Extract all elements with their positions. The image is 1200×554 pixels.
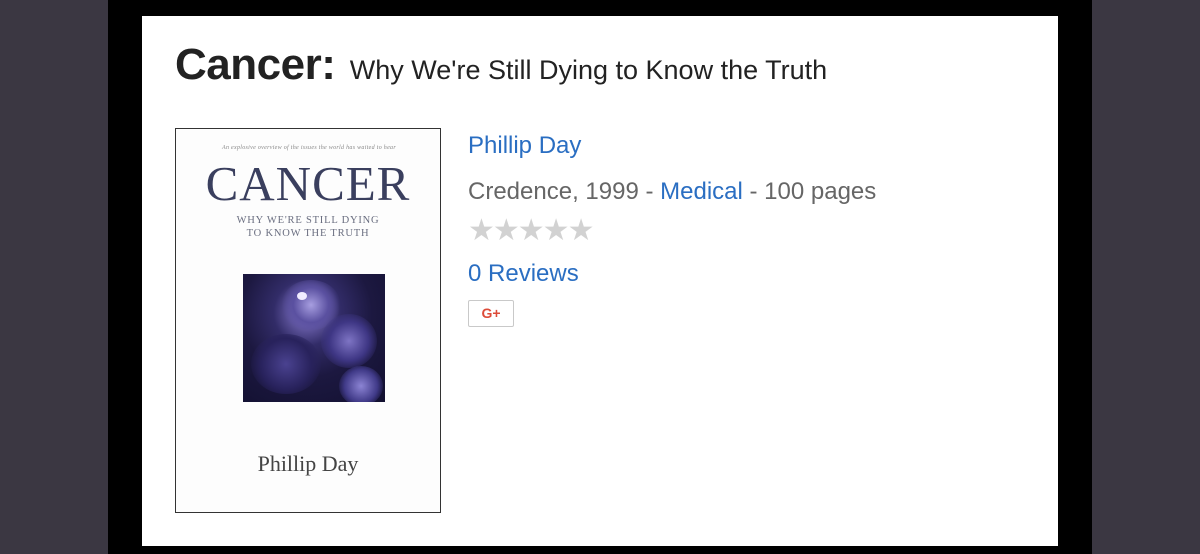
book-cover[interactable]: An explosive overview of the issues the … xyxy=(175,128,441,513)
cover-title: CANCER xyxy=(205,156,411,211)
google-plus-share-button[interactable]: G+ xyxy=(468,300,514,327)
author-link[interactable]: Phillip Day xyxy=(468,132,581,160)
cover-subtitle-line-2: TO KNOW THE TRUTH xyxy=(246,228,370,239)
cover-author: Phillip Day xyxy=(257,451,359,476)
book-card: Cancer: Why We're Still Dying to Know th… xyxy=(142,16,1058,546)
reviews-link[interactable]: 0 Reviews xyxy=(468,260,579,288)
publisher-year: Credence, 1999 - xyxy=(468,178,661,205)
cover-tagline: An explosive overview of the issues the … xyxy=(221,145,396,151)
category-link[interactable]: Medical xyxy=(660,178,743,205)
cover-subtitle-line-1: WHY WE'RE STILL DYING xyxy=(236,215,380,226)
page-count: - 100 pages xyxy=(742,178,877,205)
cover-illustration xyxy=(243,274,385,402)
book-title-subtitle: Why We're Still Dying to Know the Truth xyxy=(349,55,828,85)
rating-stars: ★★★★★ xyxy=(468,213,594,248)
publication-details: Credence, 1999 - Medical - 100 pages xyxy=(468,178,876,206)
book-title: Cancer: Why We're Still Dying to Know th… xyxy=(175,40,827,90)
book-title-main: Cancer: xyxy=(175,40,336,89)
